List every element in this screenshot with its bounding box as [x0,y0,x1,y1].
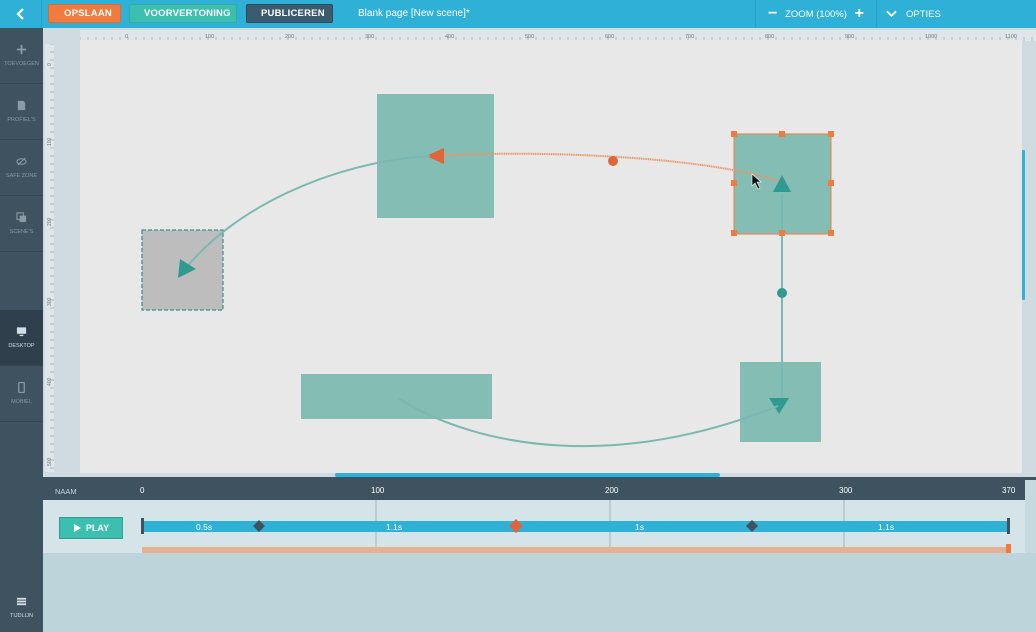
timeline-tick-label: 100 [371,486,385,495]
sidebar-item-desktop[interactable]: DESKTOP [0,310,43,366]
save-button-label: OPSLAAN [64,8,112,19]
sidebar-item-safe-zone[interactable]: SAFE ZONE [0,140,43,196]
track-end-marker [1007,518,1010,534]
timeline-header: NAAM 0 100 200 300 370 [43,480,1025,500]
ruler-left: 0 100 200 300 400 500 [45,44,54,472]
phone-icon [18,382,25,393]
scene-stage[interactable] [80,40,1022,473]
sidebar-item-timeline[interactable]: TIJDLIJN [0,582,43,632]
ruler-left-label: 100 [47,137,53,146]
ruler-left-ticks: 0 100 200 300 400 500 [47,44,54,469]
timeline-panel: NAAM 0 100 200 300 370 PLAY 0.5s 1.1s 1s… [43,477,1036,553]
play-icon [73,524,81,532]
left-sidebar: TOEVOEGEN PROFIEL'S SAFE ZONE SCENE'S DE… [0,28,43,632]
timeline-tick-label: 0 [140,486,145,495]
track-start-marker [141,518,144,534]
segment-duration: 0.5s [196,522,213,532]
chevron-down-icon [886,10,897,18]
ruler-left-label: 400 [47,377,53,386]
eye-slash-icon [16,157,27,166]
back-button[interactable] [0,0,42,28]
sidebar-item-label: TIJDLIJN [10,612,33,619]
sidebar-item-label: MOBIEL [11,399,32,405]
timeline-icon [16,597,27,605]
check-icon [57,13,59,15]
sidebar-item-label: PROFIEL'S [7,117,36,123]
plus-icon [16,44,27,55]
publish-button[interactable]: PUBLICEREN [246,4,333,23]
play-button-label: PLAY [85,523,110,533]
sidebar-item-mobile[interactable]: MOBIEL [0,366,43,422]
sidebar-item-scenes[interactable]: SCENE'S [0,196,43,252]
copy-icon [16,212,27,223]
sidebar-item-label: TOEVOEGEN [4,61,39,67]
ruler-left-label: 500 [47,457,53,466]
sidebar-item-label: DESKTOP [8,343,35,349]
ruler-left-label: 200 [47,217,53,226]
document-icon [17,100,26,111]
segment-duration: 1.1s [386,522,403,532]
play-button[interactable]: PLAY [59,517,123,539]
options-label: OPTIES [906,8,941,20]
timeline-tick-label: 200 [605,486,619,495]
path-midpoint-orange[interactable] [608,156,618,166]
preview-button[interactable]: VOORVERTONING [129,4,237,23]
ruler-left-label: 0 [47,63,53,66]
zoom-level: ZOOM (100%) [785,8,847,20]
playhead-marker[interactable] [1006,544,1011,553]
segment-duration: 1s [635,522,644,532]
path-midpoint-teal[interactable] [777,288,787,298]
timeline-tick-label: 370 [1002,486,1016,495]
scene-graphics [141,94,834,448]
options-button[interactable]: OPTIES [886,0,941,28]
top-toolbar: OPSLAAN VOORVERTONING PUBLICEREN Blank p… [0,0,1036,28]
zoom-control: − ZOOM (100%) + [755,0,877,28]
publish-button-label: PUBLICEREN [261,8,325,19]
timeline-body: PLAY 0.5s 1.1s 1s 1.1s [43,500,1025,553]
shape-box-bottom[interactable] [301,374,492,419]
vertical-scrollbar[interactable] [1022,150,1025,300]
sidebar-item-profiles[interactable]: PROFIEL'S [0,84,43,140]
sidebar-item-label: SCENE'S [9,229,34,235]
zoom-out-button[interactable]: − [768,6,777,22]
sidebar-item-add[interactable]: TOEVOEGEN [0,28,43,84]
document-title: Blank page [New scene]* [358,8,470,19]
sidebar-item-label: SAFE ZONE [5,173,38,179]
timeline-name-header: NAAM [55,487,77,496]
preview-button-label: VOORVERTONING [144,8,231,19]
playback-progress-bar [142,547,1009,553]
zoom-in-button[interactable]: + [855,6,864,22]
monitor-icon [16,327,27,337]
chevron-left-icon [15,8,24,20]
ruler-left-label: 300 [47,297,53,306]
save-button[interactable]: OPSLAAN [48,4,121,23]
timeline-tick-label: 300 [839,486,853,495]
segment-duration: 1.1s [878,522,895,532]
